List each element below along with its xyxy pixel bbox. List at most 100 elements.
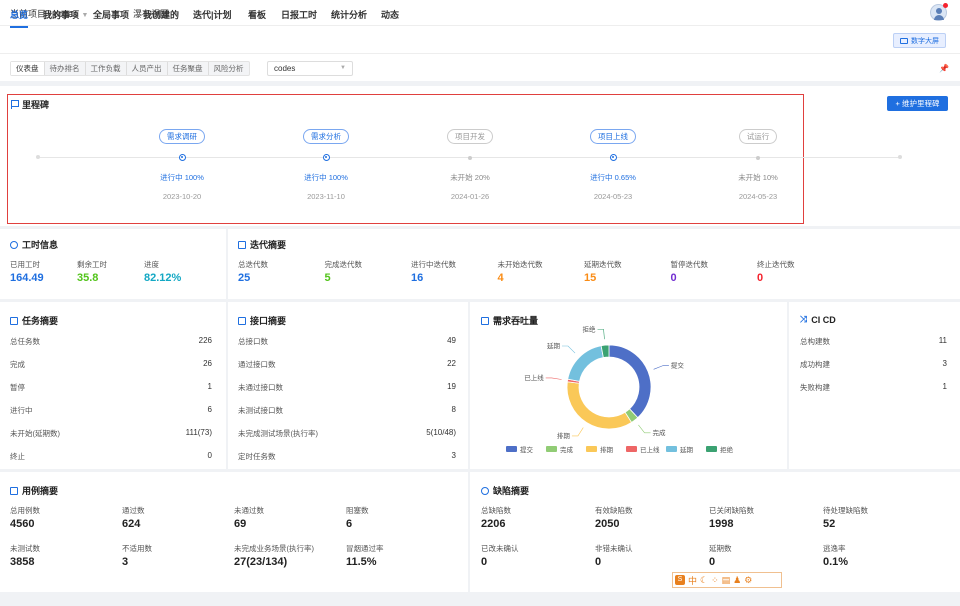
milestone-date-2: 2024-01-26 (450, 192, 490, 201)
cases-value-4: 3858 (10, 556, 35, 568)
nav-tab-7[interactable]: 统计分析 (331, 8, 367, 21)
case-card (0, 472, 468, 592)
milestone-tag-4[interactable]: 试运行 (708, 129, 808, 144)
cases-label-6: 未完成业务场景(执行率) (234, 544, 314, 553)
doc-icon (10, 486, 18, 495)
cicd-row-value-1: 3 (942, 359, 947, 368)
nav-tab-2[interactable]: 全局事项 (93, 8, 129, 21)
milestone-tag-2[interactable]: 项目开发 (420, 129, 520, 144)
clock-icon (10, 240, 18, 249)
milestone-date-0: 2023-10-20 (162, 192, 202, 201)
cases-label-1: 通过数 (122, 506, 145, 515)
defect-value-7: 0.1% (823, 556, 849, 568)
donut-label-4: 延期 (547, 341, 561, 350)
project-select[interactable]: codes ▼ (267, 61, 353, 76)
iteration-label-4: 延期迭代数 (584, 260, 622, 269)
iteration-label-5: 暂停迭代数 (670, 260, 709, 269)
flag-icon (11, 100, 19, 109)
subtab-0[interactable]: 仪表盘 (11, 62, 45, 75)
main-nav (0, 26, 960, 54)
digital-screen-button[interactable]: 数字大屏 (893, 33, 946, 48)
monitor-icon (900, 37, 908, 44)
dashboard-tabs: 仪表盘 待办排名 工作负载 人员产出 任务聚盘 风险分析 (10, 61, 250, 76)
case-title: 用例摘要 (10, 484, 58, 497)
sliders-icon (238, 316, 246, 325)
iteration-value-1: 5 (324, 272, 331, 284)
task-row-value-2: 1 (207, 382, 212, 391)
legend-swatch-1[interactable] (546, 446, 557, 452)
avatar[interactable] (930, 3, 948, 21)
defect-label-5: 非错未确认 (595, 544, 633, 553)
cases-value-1: 624 (122, 518, 141, 530)
iteration-title: 迭代摘要 (238, 238, 286, 251)
user-icon: ♟ (733, 574, 742, 585)
iteration-value-5: 0 (670, 272, 677, 284)
api-row-value-4: 5(10/48) (426, 428, 456, 437)
nav-tab-8[interactable]: 动态 (381, 8, 399, 21)
progress-label: 进度 (144, 260, 159, 269)
nav-tab-5[interactable]: 看板 (248, 8, 266, 21)
milestone-tag-0[interactable]: 需求调研 (132, 129, 232, 144)
pin-icon[interactable]: 📌 (939, 64, 949, 73)
iteration-value-4: 15 (584, 272, 597, 284)
defect-value-6: 0 (709, 556, 716, 568)
subtab-1[interactable]: 待办排名 (45, 62, 86, 75)
api-row-value-5: 3 (451, 451, 456, 460)
milestone-name: 需求分析 (303, 129, 349, 144)
ime-toolbar[interactable]: S 中 ☾ ⁘ ▤ ♟ ⚙ (672, 572, 782, 588)
legend-swatch-0[interactable] (506, 446, 517, 452)
legend-label-5[interactable]: 拒绝 (720, 445, 734, 454)
donut-label-2: 排期 (557, 431, 571, 440)
defect-label-6: 延期数 (709, 544, 732, 553)
legend-swatch-4[interactable] (666, 446, 677, 452)
legend-label-4[interactable]: 延期 (680, 445, 694, 454)
used-hours-value: 164.49 (10, 272, 44, 284)
demand-donut-chart: 提交完成排期已上线延期拒绝提交 完成 排期 已上线 延期 拒绝 (506, 324, 734, 454)
milestone-date-1: 2023-11-10 (307, 192, 345, 201)
nav-tab-1[interactable]: 我的事项 (43, 8, 79, 21)
milestone-tag-1[interactable]: 需求分析 (276, 129, 376, 144)
remain-hours-label: 剩余工时 (77, 260, 107, 269)
subtab-2[interactable]: 工作负载 (86, 62, 127, 75)
task-title: 任务摘要 (10, 314, 58, 327)
donut-slice-排期[interactable] (566, 381, 633, 430)
donut-leader-2 (571, 427, 584, 437)
cases-value-5: 3 (122, 556, 129, 568)
legend-label-0[interactable]: 提交 (520, 445, 534, 454)
subtab-4[interactable]: 任务聚盘 (168, 62, 209, 75)
api-title: 接口摘要 (238, 314, 286, 327)
api-row-value-1: 22 (447, 359, 456, 368)
legend-label-3[interactable]: 已上线 (640, 445, 660, 454)
maintain-milestone-button[interactable]: + 维护里程碑 (887, 96, 948, 111)
milestone-dot-2 (468, 156, 472, 160)
cases-value-7: 11.5% (346, 556, 377, 568)
milestone-tag-3[interactable]: 项目上线 (563, 129, 663, 144)
defect-value-4: 0 (481, 556, 488, 568)
legend-swatch-5[interactable] (706, 446, 717, 452)
defect-value-1: 2050 (595, 518, 620, 530)
defect-label-7: 逃逸率 (823, 544, 846, 553)
nav-tab-4[interactable]: 迭代|计划 (193, 8, 232, 21)
defect-value-5: 0 (595, 556, 602, 568)
legend-swatch-2[interactable] (586, 446, 597, 452)
moon-icon: ☾ (700, 574, 709, 585)
legend-label-2[interactable]: 排期 (600, 445, 614, 454)
cases-label-5: 不适用数 (122, 544, 152, 553)
api-row-value-3: 8 (451, 405, 456, 414)
iteration-label-3: 未开始迭代数 (497, 260, 543, 269)
chevron-down-icon: ▼ (340, 65, 346, 71)
copy-icon (238, 240, 246, 249)
highlight-box (7, 94, 804, 224)
iteration-value-3: 4 (497, 272, 504, 284)
donut-label-0: 提交 (671, 361, 685, 370)
subtab-3[interactable]: 人员产出 (127, 62, 168, 75)
legend-label-1[interactable]: 完成 (560, 445, 574, 454)
nav-tab-3[interactable]: 我创建的 (143, 8, 179, 21)
cicd-title: ⤨ CI CD (800, 314, 836, 325)
nav-tab-0[interactable]: 总览 (10, 8, 29, 28)
legend-swatch-3[interactable] (626, 446, 637, 452)
nav-tab-6[interactable]: 日报工时 (281, 8, 317, 21)
donut-slice-提交[interactable] (608, 344, 652, 419)
milestone-dot-4 (756, 156, 760, 160)
subtab-5[interactable]: 风险分析 (209, 62, 249, 75)
